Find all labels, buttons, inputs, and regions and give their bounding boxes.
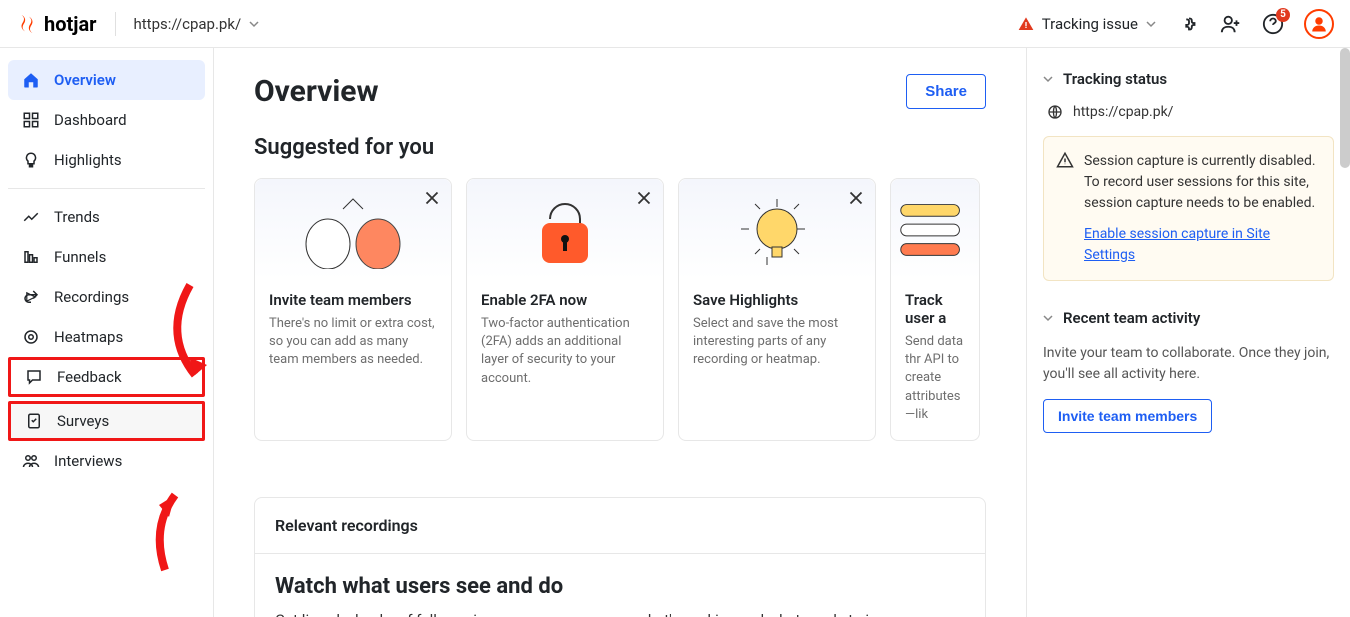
feedback-icon <box>25 368 43 386</box>
page-title: Overview <box>254 74 379 109</box>
chevron-down-icon <box>1043 313 1053 323</box>
sidebar-item-label: Dashboard <box>54 111 127 129</box>
card-desc: Two-factor authentication (2FA) adds an … <box>481 315 649 388</box>
close-icon[interactable] <box>421 187 443 209</box>
card-illustration <box>891 179 979 279</box>
card-invite-team[interactable]: Invite team members There's no limit or … <box>254 178 452 441</box>
app-header: hotjar https://cpap.pk/ Tracking issue 5 <box>0 0 1350 48</box>
recordings-header: Relevant recordings <box>255 498 985 554</box>
card-desc: There's no limit or extra cost, so you c… <box>269 315 437 370</box>
hotjar-logo-icon <box>16 13 38 35</box>
bulb-icon <box>22 151 40 169</box>
funnels-icon <box>22 248 40 266</box>
divider <box>8 188 205 189</box>
trends-icon <box>22 208 40 226</box>
sidebar-item-dashboard[interactable]: Dashboard <box>8 100 205 140</box>
sidebar-item-overview[interactable]: Overview <box>8 60 205 100</box>
card-title: Track user a <box>905 291 965 327</box>
interviews-icon <box>22 452 40 470</box>
site-picker[interactable]: https://cpap.pk/ <box>134 15 260 33</box>
sidebar-item-highlights[interactable]: Highlights <box>8 140 205 180</box>
suggested-heading: Suggested for you <box>254 135 986 160</box>
sidebar-item-recordings[interactable]: Recordings <box>8 277 205 317</box>
recordings-desc: Get live playbacks of full user journeys… <box>275 611 965 617</box>
card-title: Save Highlights <box>693 291 861 309</box>
card-title: Invite team members <box>269 291 437 309</box>
tracking-issue-indicator[interactable]: Tracking issue <box>1018 15 1156 33</box>
suggestion-cards: Invite team members There's no limit or … <box>254 178 986 441</box>
divider <box>115 12 116 36</box>
alert-text: Session capture is currently disabled. T… <box>1084 153 1316 211</box>
sidebar-item-interviews[interactable]: Interviews <box>8 441 205 481</box>
sidebar: Overview Dashboard Highlights Trends Fun… <box>0 48 214 617</box>
heatmaps-icon <box>22 328 40 346</box>
sidebar-item-label: Recordings <box>54 288 129 306</box>
close-icon[interactable] <box>845 187 867 209</box>
globe-icon <box>1047 104 1063 120</box>
dashboard-icon <box>22 111 40 129</box>
sidebar-item-label: Highlights <box>54 151 122 169</box>
chevron-down-icon <box>1146 19 1156 29</box>
card-desc: Select and save the most interesting par… <box>693 315 861 370</box>
card-title: Enable 2FA now <box>481 291 649 309</box>
card-save-highlights[interactable]: Save Highlights Select and save the most… <box>678 178 876 441</box>
enable-session-capture-link[interactable]: Enable session capture in Site Settings <box>1084 224 1319 266</box>
session-capture-alert: Session capture is currently disabled. T… <box>1043 136 1334 281</box>
brand-name: hotjar <box>44 12 97 36</box>
chevron-down-icon <box>249 19 259 29</box>
warning-icon <box>1018 16 1034 32</box>
recordings-section: Relevant recordings Watch what users see… <box>254 497 986 617</box>
sidebar-item-label: Funnels <box>54 248 106 266</box>
sidebar-item-label: Heatmaps <box>54 328 123 346</box>
sidebar-item-funnels[interactable]: Funnels <box>8 237 205 277</box>
sidebar-item-feedback[interactable]: Feedback <box>8 357 205 397</box>
recordings-icon <box>22 288 40 306</box>
tracking-status-header[interactable]: Tracking status <box>1043 70 1334 88</box>
invite-team-button[interactable]: Invite team members <box>1043 399 1212 433</box>
sidebar-item-label: Surveys <box>57 412 109 430</box>
surveys-icon <box>25 412 43 430</box>
card-desc: Send data thr API to create attributes—l… <box>905 333 965 424</box>
share-button[interactable]: Share <box>906 74 986 109</box>
card-enable-2fa[interactable]: Enable 2FA now Two-factor authentication… <box>466 178 664 441</box>
activity-text: Invite your team to collaborate. Once th… <box>1043 343 1334 385</box>
sidebar-item-label: Interviews <box>54 452 122 470</box>
recent-activity-header[interactable]: Recent team activity <box>1043 309 1334 327</box>
recordings-title: Watch what users see and do <box>275 574 965 599</box>
integrations-icon[interactable] <box>1178 13 1200 35</box>
right-panel: Tracking status https://cpap.pk/ Session… <box>1026 48 1350 617</box>
sidebar-item-label: Trends <box>54 208 100 226</box>
sidebar-item-surveys[interactable]: Surveys <box>8 401 205 441</box>
main-content: Overview Share Suggested for you Invite … <box>214 48 1026 617</box>
tracking-issue-label: Tracking issue <box>1042 15 1138 33</box>
tracking-url: https://cpap.pk/ <box>1043 104 1334 120</box>
sidebar-item-label: Feedback <box>57 368 122 386</box>
help-badge: 5 <box>1276 8 1290 22</box>
scrollbar[interactable] <box>1340 48 1350 168</box>
add-user-icon[interactable] <box>1220 13 1242 35</box>
sidebar-item-label: Overview <box>54 71 116 89</box>
warning-outline-icon <box>1056 151 1074 169</box>
chevron-down-icon <box>1043 74 1053 84</box>
help-icon[interactable]: 5 <box>1262 13 1284 35</box>
brand-logo[interactable]: hotjar <box>16 12 97 36</box>
sidebar-item-heatmaps[interactable]: Heatmaps <box>8 317 205 357</box>
site-url: https://cpap.pk/ <box>134 15 242 33</box>
avatar[interactable] <box>1304 9 1334 39</box>
home-icon <box>22 71 40 89</box>
card-track-user[interactable]: Track user a Send data thr API to create… <box>890 178 980 441</box>
close-icon[interactable] <box>633 187 655 209</box>
sidebar-item-trends[interactable]: Trends <box>8 197 205 237</box>
